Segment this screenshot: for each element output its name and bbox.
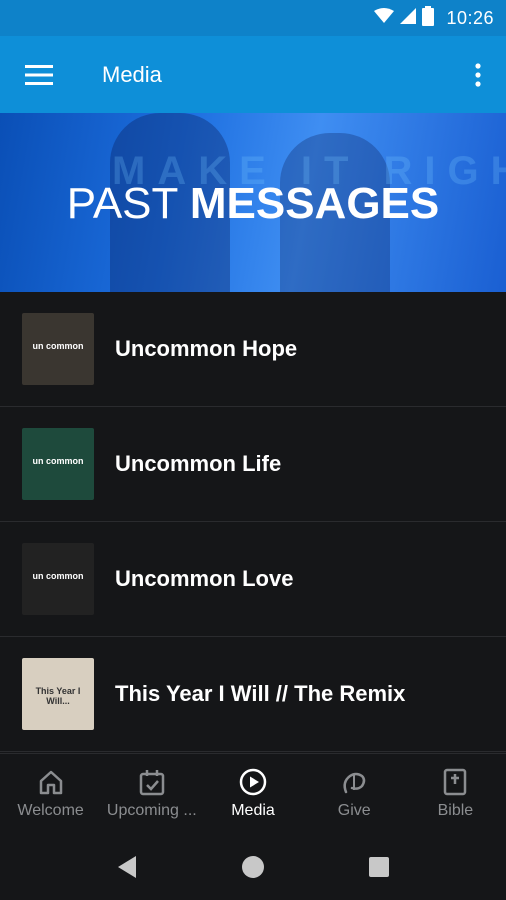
status-bar: 10:26 [0,0,506,36]
menu-button[interactable] [0,36,78,113]
calendar-check-icon [139,770,165,796]
back-triangle-icon [118,855,136,878]
message-thumbnail: un common [22,313,94,385]
nav-item-bible[interactable]: Bible [405,754,506,833]
list-item[interactable]: un common Uncommon Love [0,522,506,637]
list-item[interactable]: un common Uncommon Hope [0,292,506,407]
play-circle-icon [239,768,267,796]
wifi-icon [374,7,395,29]
thumbnail-text: un common [32,456,84,466]
hamburger-icon [25,64,53,85]
battery-icon [422,5,435,31]
message-thumbnail: un common [22,543,94,615]
banner-title: PAST MESSAGES [0,179,506,229]
nav-item-welcome[interactable]: Welcome [0,754,101,833]
thumbnail-text: un common [32,571,84,581]
past-messages-banner: MAKE IT RIGHT PAST MESSAGES [0,113,506,292]
message-thumbnail: This Year I Will... [22,658,94,730]
nav-label: Media [231,802,275,819]
signal-icon [400,7,417,29]
list-item[interactable]: This Year I Will... This Year I Will // … [0,637,506,752]
message-title: Uncommon Life [115,451,282,476]
recents-button[interactable] [316,833,442,900]
message-title: Uncommon Love [115,566,294,591]
bottom-navigation: Welcome Upcoming ... Media Give Bible [0,753,506,833]
message-list: un common Uncommon Hope un common Uncomm… [0,292,506,752]
message-thumbnail: un common [22,428,94,500]
thumbnail-text: un common [32,341,84,351]
home-circle-icon [242,855,264,878]
nav-label: Upcoming ... [106,802,197,819]
recents-square-icon [369,856,389,877]
list-item[interactable]: un common Uncommon Life [0,407,506,522]
message-title: This Year I Will // The Remix [115,681,406,706]
nav-item-give[interactable]: Give [304,754,405,833]
give-icon [343,772,366,794]
nav-item-media[interactable]: Media [202,754,303,833]
nav-label: Welcome [17,802,84,819]
nav-label: Bible [437,802,474,819]
system-navigation-bar [0,833,506,900]
overflow-menu-button[interactable] [450,36,506,113]
banner-title-bold: MESSAGES [189,179,440,228]
more-vertical-icon [475,62,481,87]
page-title: Media [102,61,162,87]
bible-icon [444,768,467,796]
home-icon [39,770,62,795]
nav-label: Give [337,802,371,819]
back-button[interactable] [64,833,190,900]
message-title: Uncommon Hope [115,336,298,361]
banner-title-light: PAST [66,179,190,228]
app-bar: Media [0,36,506,113]
nav-item-upcoming[interactable]: Upcoming ... [101,754,202,833]
home-button[interactable] [190,833,316,900]
thumbnail-text: This Year I Will... [35,686,81,706]
status-time: 10:26 [446,7,494,28]
